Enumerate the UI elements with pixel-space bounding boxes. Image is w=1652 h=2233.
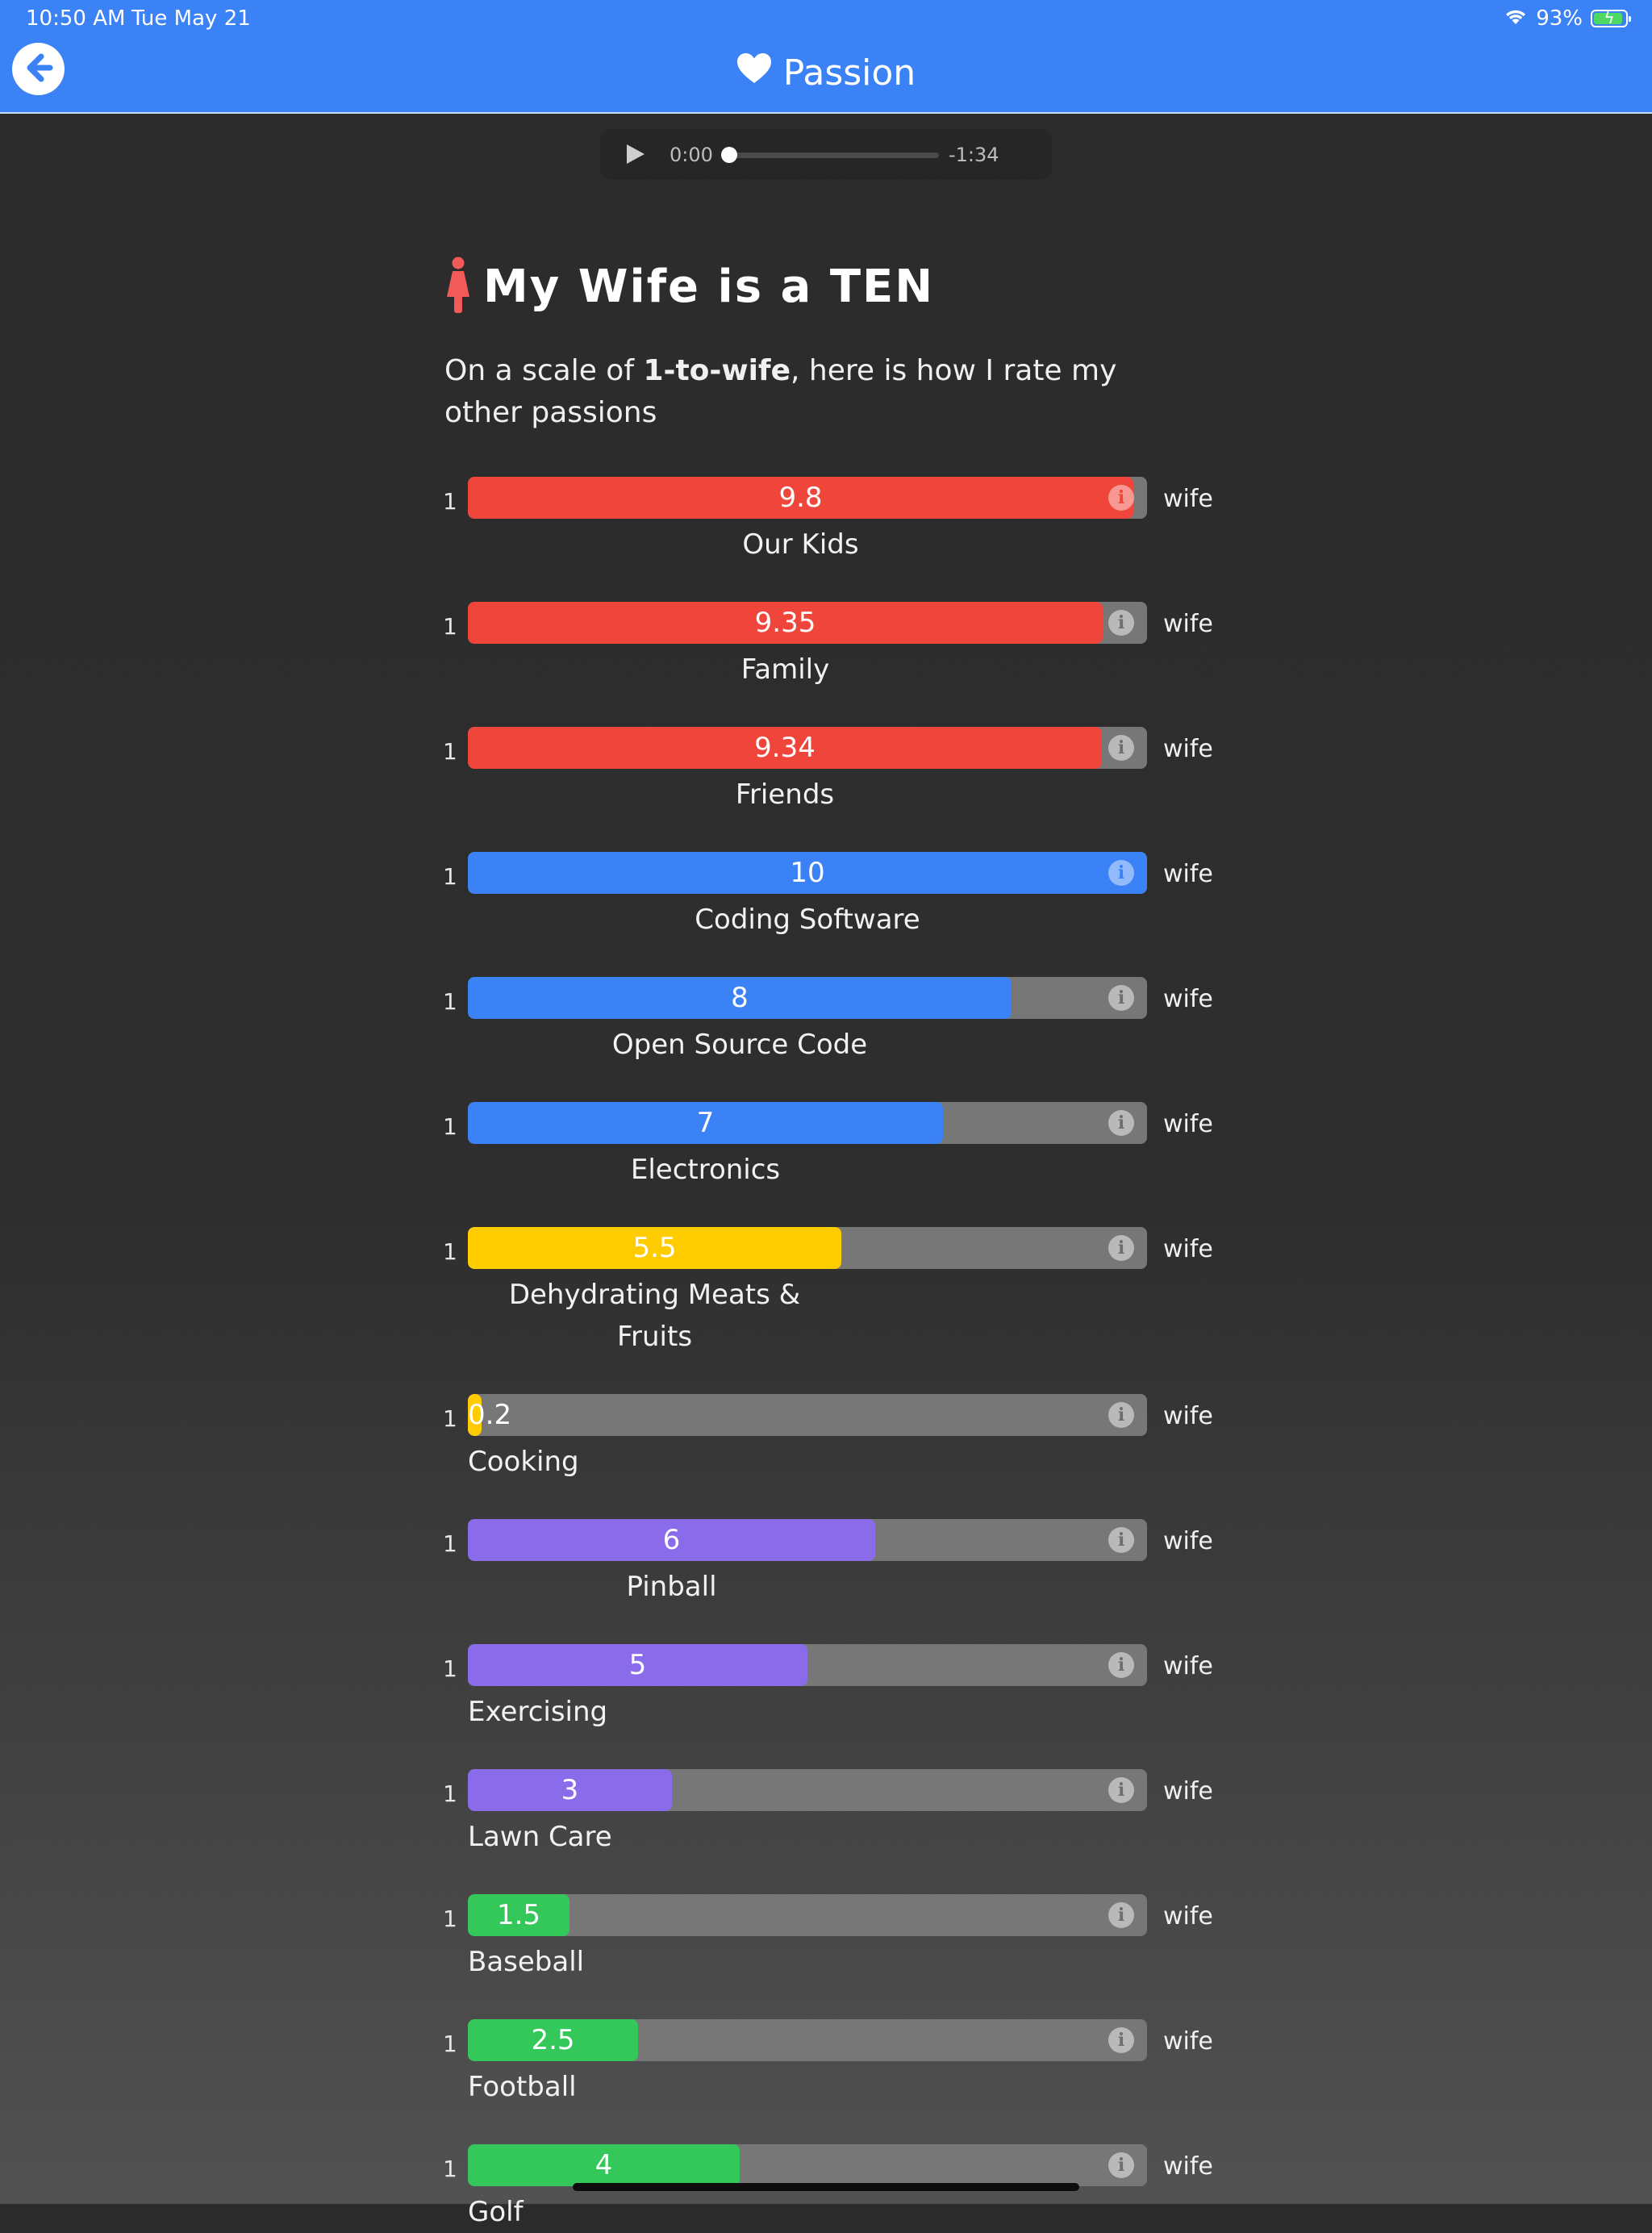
info-icon[interactable]: i xyxy=(1108,610,1134,636)
scale-max-label: wife xyxy=(1163,1235,1213,1263)
play-icon[interactable] xyxy=(623,142,647,166)
scale-min-label: 1 xyxy=(443,1655,457,1682)
rating-value: 9.34 xyxy=(754,732,816,764)
audio-player: 0:00 -1:34 xyxy=(600,129,1052,180)
passion-label: Family xyxy=(740,653,830,686)
rating-value: 9.8 xyxy=(778,482,823,514)
info-icon[interactable]: i xyxy=(1108,1402,1134,1428)
rating-value: 0.2 xyxy=(468,1399,512,1431)
scale-min-label: 1 xyxy=(443,988,457,1015)
info-icon[interactable]: i xyxy=(1108,1110,1134,1136)
passion-label: Electronics xyxy=(630,1154,781,1186)
scale-min-label: 1 xyxy=(443,1113,457,1140)
info-icon[interactable]: i xyxy=(1108,1527,1134,1553)
scale-min-label: 1 xyxy=(443,488,457,515)
rating-bar[interactable] xyxy=(468,1102,1147,1144)
rating-bar[interactable] xyxy=(468,1227,1147,1269)
info-icon[interactable]: i xyxy=(1108,985,1134,1011)
rating-value: 5.5 xyxy=(632,1232,677,1264)
rating-value: 4 xyxy=(594,2149,613,2181)
scale-max-label: wife xyxy=(1163,610,1213,638)
scale-min-label: 1 xyxy=(443,1405,457,1432)
audio-scrubber[interactable] xyxy=(729,152,939,158)
passion-label: Dehydrating Meats & Fruits xyxy=(508,1279,801,1353)
scale-min-label: 1 xyxy=(443,863,457,890)
rating-value: 6 xyxy=(662,1524,681,1556)
scale-min-label: 1 xyxy=(443,738,457,765)
rating-value: 2.5 xyxy=(531,2024,575,2056)
top-bar: 10:50 AM Tue May 21 93% ϟ Passion xyxy=(0,0,1652,114)
passion-label: Exercising xyxy=(468,1696,608,1728)
rating-value: 3 xyxy=(561,1774,579,1806)
info-icon[interactable]: i xyxy=(1108,485,1134,511)
audio-current-time: 0:00 xyxy=(670,144,713,166)
passion-label: Golf xyxy=(468,2196,524,2228)
scale-min-label: 1 xyxy=(443,2031,457,2057)
home-indicator xyxy=(573,2183,1079,2191)
scale-max-label: wife xyxy=(1163,735,1213,763)
female-figure-icon xyxy=(444,257,472,316)
scale-min-label: 1 xyxy=(443,1238,457,1265)
scale-max-label: wife xyxy=(1163,1652,1213,1680)
rating-value: 7 xyxy=(696,1107,715,1139)
scale-max-label: wife xyxy=(1163,2027,1213,2056)
passion-label: Baseball xyxy=(468,1946,585,1978)
heart-icon xyxy=(736,52,772,94)
rating-bar[interactable] xyxy=(468,1394,1147,1436)
scale-min-label: 1 xyxy=(443,1530,457,1557)
intro-prefix: On a scale of xyxy=(444,354,644,387)
passion-label: Our Kids xyxy=(742,528,859,561)
nav-title-text: Passion xyxy=(782,52,916,94)
battery-percent: 93% xyxy=(1536,6,1583,31)
rating-value: 8 xyxy=(731,982,749,1014)
intro-bold: 1-to-wife xyxy=(643,354,791,387)
section-heading: My Wife is a TEN xyxy=(444,257,934,316)
scale-min-label: 1 xyxy=(443,2156,457,2182)
passion-label: Friends xyxy=(735,778,835,811)
status-date: Tue May 21 xyxy=(131,6,251,31)
rating-value: 10 xyxy=(790,857,825,889)
status-time: 10:50 AM xyxy=(26,6,126,31)
passion-label: Football xyxy=(468,2071,577,2103)
passion-label: Pinball xyxy=(626,1571,717,1603)
passion-label: Cooking xyxy=(468,1446,579,1478)
scale-max-label: wife xyxy=(1163,485,1213,513)
info-icon[interactable]: i xyxy=(1108,735,1134,761)
scale-max-label: wife xyxy=(1163,1402,1213,1430)
info-icon[interactable]: i xyxy=(1108,2152,1134,2178)
page-title: My Wife is a TEN xyxy=(483,260,935,313)
audio-scrubber-knob[interactable] xyxy=(721,147,737,163)
rating-value: 9.35 xyxy=(754,607,816,639)
scale-max-label: wife xyxy=(1163,1777,1213,1805)
scale-min-label: 1 xyxy=(443,613,457,640)
rating-value: 5 xyxy=(628,1649,647,1681)
intro-text: On a scale of 1-to-wife, here is how I r… xyxy=(444,350,1187,434)
scale-max-label: wife xyxy=(1163,1110,1213,1138)
scale-min-label: 1 xyxy=(443,1780,457,1807)
scale-max-label: wife xyxy=(1163,860,1213,888)
wifi-icon xyxy=(1504,6,1528,31)
info-icon[interactable]: i xyxy=(1108,2027,1134,2053)
passion-label: Coding Software xyxy=(695,904,920,936)
rating-bar[interactable] xyxy=(468,1519,1147,1561)
rating-value: 1.5 xyxy=(496,1899,541,1931)
info-icon[interactable]: i xyxy=(1108,1652,1134,1678)
info-icon[interactable]: i xyxy=(1108,1235,1134,1261)
scale-max-label: wife xyxy=(1163,985,1213,1013)
scale-max-label: wife xyxy=(1163,2152,1213,2181)
status-indicators: 93% ϟ xyxy=(1504,6,1631,31)
scale-max-label: wife xyxy=(1163,1902,1213,1930)
info-icon[interactable]: i xyxy=(1108,1777,1134,1803)
passion-label: Open Source Code xyxy=(611,1029,868,1061)
scale-max-label: wife xyxy=(1163,1527,1213,1555)
passion-label: Lawn Care xyxy=(468,1821,612,1853)
audio-remaining-time: -1:34 xyxy=(949,144,999,166)
battery-icon: ϟ xyxy=(1591,8,1631,27)
info-icon[interactable]: i xyxy=(1108,1902,1134,1928)
info-icon[interactable]: i xyxy=(1108,860,1134,886)
nav-title: Passion xyxy=(0,48,1652,97)
